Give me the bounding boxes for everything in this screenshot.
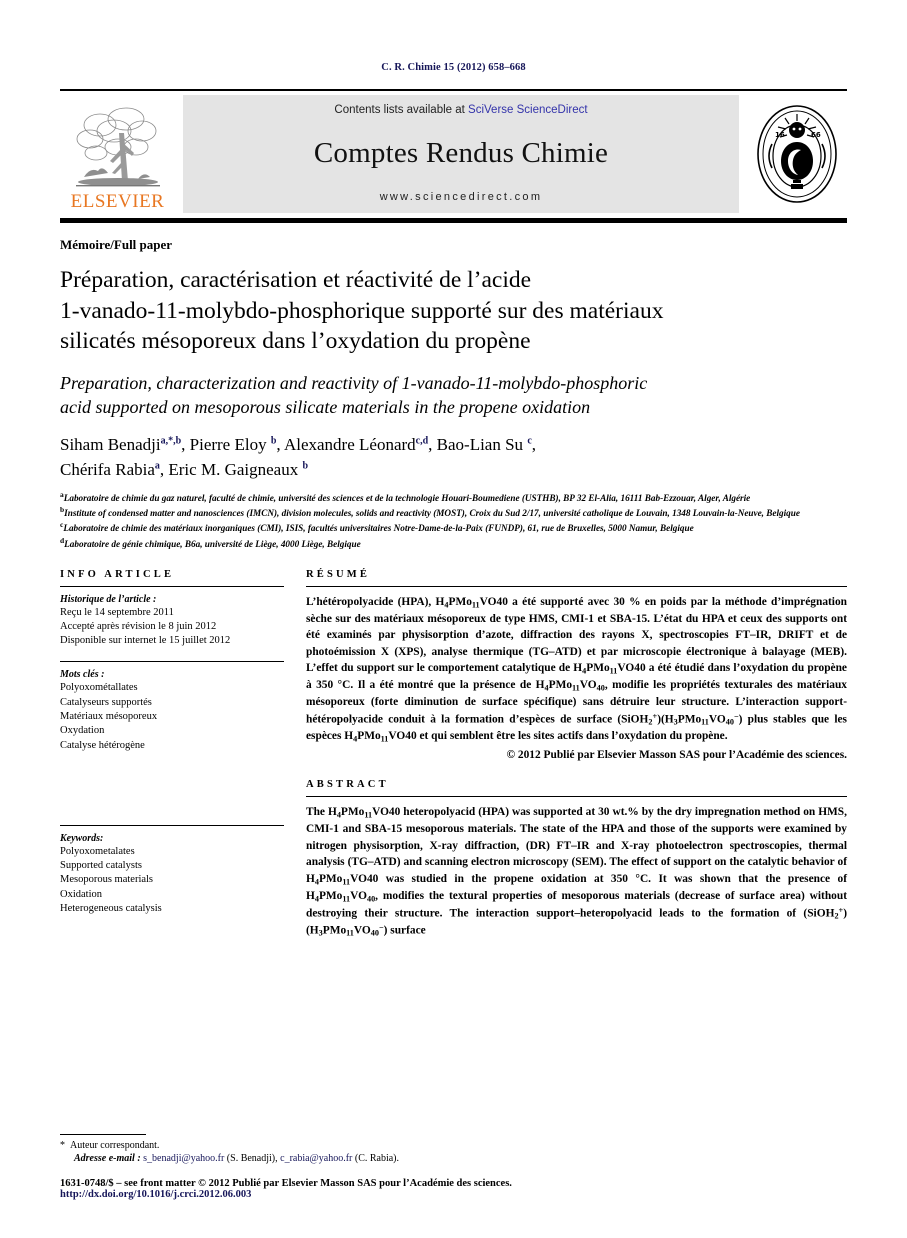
history-received: Reçu le 14 septembre 2011 bbox=[60, 606, 174, 618]
abstract-block: ABSTRACT The H4PMo11VO40 heteropolyacid … bbox=[306, 779, 847, 940]
resume-block: RÉSUMÉ L’hétéropolyacide (HPA), H4PMo11V… bbox=[306, 568, 848, 762]
elsevier-logo: ELSEVIER bbox=[60, 95, 175, 213]
affiliation-b-text: Institute of condensed matter and nanosc… bbox=[64, 508, 800, 519]
author-0[interactable]: Siham Benadji bbox=[60, 435, 161, 454]
history-accepted: Accepté après révision le 8 juin 2012 bbox=[60, 620, 217, 632]
history-online: Disponible sur internet le 15 juillet 20… bbox=[60, 635, 231, 647]
author-1[interactable]: Pierre Eloy bbox=[190, 435, 267, 454]
front-matter-line: 1631-0748/$ – see front matter © 2012 Pu… bbox=[60, 1178, 512, 1189]
keyword-en-1: Supported catalysts bbox=[60, 860, 142, 872]
journal-article-page: C. R. Chimie 15 (2012) 658–668 ELSEVIER … bbox=[0, 0, 907, 1238]
title-fr-line-1: Préparation, caractérisation et réactivi… bbox=[60, 267, 532, 293]
author-3[interactable]: Bao-Lian Su bbox=[437, 435, 523, 454]
running-head: C. R. Chimie 15 (2012) 658–668 bbox=[381, 62, 526, 73]
email-owner-benadji: (S. Benadji), bbox=[226, 1153, 278, 1164]
keywords-fr-block: Mots clés : Polyoxométallates Catalyseur… bbox=[60, 661, 284, 752]
affiliation-c-text: Laboratoire de chimie des matériaux inor… bbox=[63, 523, 694, 534]
abstract-body: The H4PMo11VO40 heteropolyacid (HPA) was… bbox=[306, 806, 847, 939]
article-title-fr: Préparation, caractérisation et réactivi… bbox=[60, 265, 847, 357]
article-history-label: Historique de l’article : bbox=[60, 593, 157, 605]
footnote-rule bbox=[60, 1133, 146, 1135]
author-5[interactable]: Eric M. Gaigneaux bbox=[168, 460, 298, 479]
author-3-affil-marks: c bbox=[527, 435, 532, 447]
keywords-en-label: Keywords: bbox=[60, 832, 104, 844]
info-article-heading: INFO ARTICLE bbox=[60, 568, 175, 580]
resume-heading: RÉSUMÉ bbox=[306, 568, 371, 580]
info-abstract-area: INFO ARTICLE Historique de l’article : R… bbox=[60, 569, 847, 940]
email-link-benadji[interactable]: s_benadji@yahoo.fr bbox=[143, 1153, 224, 1164]
keyword-en-0: Polyoxometalates bbox=[60, 845, 135, 857]
info-article-rule bbox=[60, 585, 284, 587]
journal-url[interactable]: www.sciencedirect.com bbox=[380, 191, 543, 203]
abstracts-column: RÉSUMÉ L’hétéropolyacide (HPA), H4PMo11V… bbox=[302, 569, 847, 940]
corresponding-author-note: * Auteur correspondant. bbox=[60, 1139, 847, 1154]
author-4[interactable]: Chérifa Rabia bbox=[60, 460, 155, 479]
resume-rule bbox=[306, 585, 847, 587]
author-0-affil-marks: a,*,b bbox=[160, 435, 182, 447]
article-title-en: Preparation, characterization and reacti… bbox=[60, 372, 847, 420]
affiliation-d: dLaboratoire de génie chimique, B6a, uni… bbox=[60, 536, 847, 551]
abstract-heading: ABSTRACT bbox=[306, 779, 389, 791]
email-owner-rabia: (C. Rabia). bbox=[354, 1153, 400, 1164]
sciencedirect-link[interactable]: SciVerse ScienceDirect bbox=[468, 104, 588, 116]
article-history-block: Historique de l’article : Reçu le 14 sep… bbox=[60, 594, 284, 649]
keyword-en-4: Heterogeneous catalysis bbox=[60, 902, 162, 914]
author-1-affil-marks: b bbox=[270, 435, 277, 447]
svg-text:66: 66 bbox=[811, 131, 821, 139]
title-fr-line-3: silicatés mésoporeux dans l’oxydation du… bbox=[60, 328, 531, 355]
elsevier-tree-icon bbox=[75, 107, 160, 187]
elsevier-wordmark: ELSEVIER bbox=[70, 191, 165, 212]
keyword-en-3: Oxidation bbox=[60, 888, 102, 900]
email-note: Adresse e-mail : s_benadji@yahoo.fr (S. … bbox=[74, 1153, 847, 1164]
title-en-line-2: acid supported on mesoporous silicate ma… bbox=[60, 397, 591, 418]
academie-des-sciences-seal-icon: 16 66 bbox=[757, 105, 837, 203]
keywords-en-rule bbox=[60, 824, 284, 826]
author-5-affil-marks: b bbox=[302, 459, 309, 471]
keywords-fr-rule bbox=[60, 661, 284, 663]
affiliation-a-text: Laboratoire de chimie du gaz naturel, fa… bbox=[63, 493, 751, 504]
abstract-rule bbox=[306, 796, 847, 798]
journal-banner: Contents lists available at SciVerse Sci… bbox=[183, 95, 739, 213]
email-link-rabia[interactable]: c_rabia@yahoo.fr bbox=[280, 1153, 352, 1164]
author-list: Siham Benadjia,*,b, Pierre Eloy b, Alexa… bbox=[60, 434, 537, 479]
author-2[interactable]: Alexandre Léonard bbox=[284, 435, 416, 454]
corresponding-author-marker: * bbox=[60, 1139, 65, 1151]
affiliation-list: aLaboratoire de chimie du gaz naturel, f… bbox=[60, 490, 847, 551]
affiliation-b: bInstitute of condensed matter and nanos… bbox=[60, 505, 847, 520]
contents-prefix: Contents lists available at bbox=[334, 104, 469, 116]
keyword-fr-3: Oxydation bbox=[60, 725, 105, 737]
doi-link[interactable]: http://dx.doi.org/10.1016/j.crci.2012.06… bbox=[60, 1189, 847, 1200]
page-footer: * Auteur correspondant. Adresse e-mail : … bbox=[60, 1133, 847, 1200]
svg-text:16: 16 bbox=[775, 131, 785, 139]
keyword-en-2: Mesoporous materials bbox=[60, 874, 154, 886]
keyword-fr-0: Polyoxométallates bbox=[60, 682, 138, 694]
affiliation-d-text: Laboratoire de génie chimique, B6a, univ… bbox=[64, 538, 361, 549]
title-fr-line-2: 1-vanado-11-molybdo-phosphorique support… bbox=[60, 297, 664, 324]
resume-copyright: © 2012 Publié par Elsevier Masson SAS po… bbox=[506, 749, 847, 762]
resume-body: L’hétéropolyacide (HPA), H4PMo11VO40 a é… bbox=[306, 595, 848, 744]
keywords-en-block: Keywords: Polyoxometalates Supported cat… bbox=[60, 824, 284, 916]
masthead: ELSEVIER Contents lists available at Sci… bbox=[60, 89, 847, 223]
author-2-affil-marks: c,d bbox=[415, 435, 429, 447]
info-article-column: INFO ARTICLE Historique de l’article : R… bbox=[60, 569, 302, 916]
contents-lists-line: Contents lists available at SciVerse Sci… bbox=[334, 104, 587, 116]
title-en-line-1: Preparation, characterization and reacti… bbox=[60, 373, 648, 394]
affiliation-c: cLaboratoire de chimie des matériaux ino… bbox=[60, 520, 847, 535]
corresponding-author-label: Auteur correspondant. bbox=[70, 1139, 160, 1151]
email-label: Adresse e-mail : bbox=[74, 1153, 141, 1164]
author-4-affil-marks: a bbox=[154, 459, 160, 471]
keywords-fr-label: Mots clés : bbox=[60, 669, 105, 681]
journal-title: Comptes Rendus Chimie bbox=[313, 137, 609, 169]
keyword-fr-4: Catalyse hétérogène bbox=[60, 739, 145, 751]
affiliation-a: aLaboratoire de chimie du gaz naturel, f… bbox=[60, 490, 847, 505]
masthead-bottom-rule bbox=[60, 218, 847, 223]
academie-seal: 16 66 bbox=[747, 95, 847, 213]
keyword-fr-1: Catalyseurs supportés bbox=[60, 696, 152, 708]
article-type-label: Mémoire/Full paper bbox=[60, 237, 173, 252]
keyword-fr-2: Matériaux mésoporeux bbox=[60, 710, 158, 722]
